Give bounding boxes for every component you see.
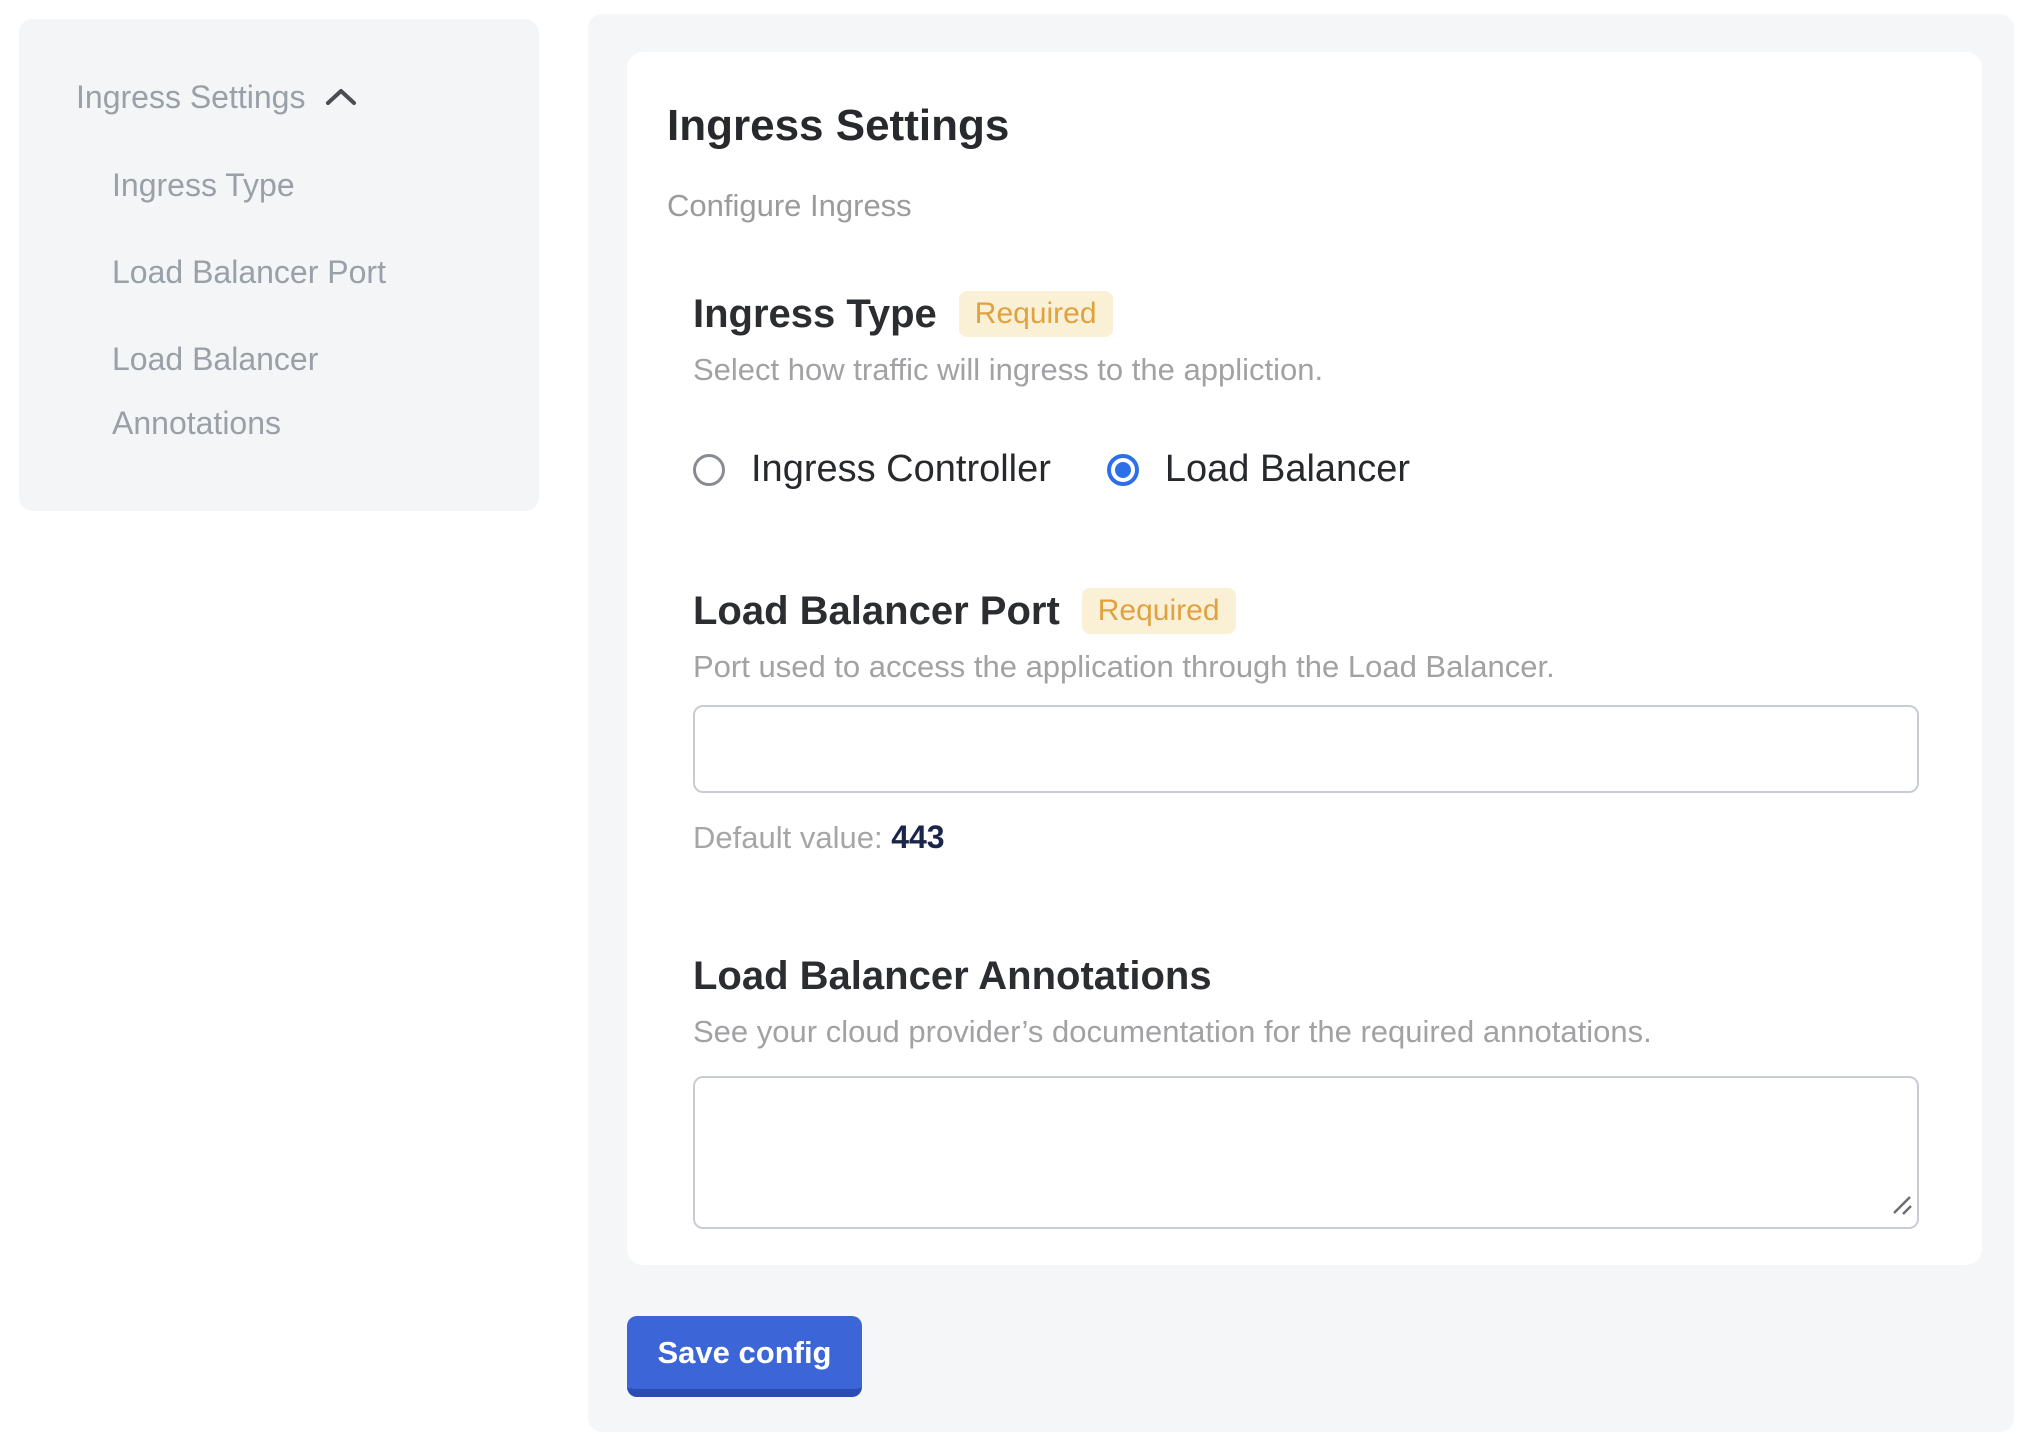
sidebar-item-load-balancer-annotations[interactable]: Load Balancer Annotations: [112, 327, 417, 455]
page-subtitle: Configure Ingress: [667, 188, 1942, 224]
fields-container: Ingress Type Required Select how traffic…: [693, 290, 1942, 1229]
main-panel: Ingress Settings Configure Ingress Ingre…: [588, 14, 2014, 1432]
default-value: 443: [891, 819, 944, 855]
field-label-load-balancer-port: Load Balancer Port: [693, 587, 1060, 635]
sidebar-item-ingress-type[interactable]: Ingress Type: [112, 153, 417, 217]
field-label-ingress-type: Ingress Type: [693, 290, 937, 338]
field-load-balancer-port: Load Balancer Port Required Port used to…: [693, 587, 1942, 856]
sidebar-group-label: Ingress Settings: [76, 79, 305, 116]
field-load-balancer-annotations: Load Balancer Annotations See your cloud…: [693, 952, 1942, 1229]
radio-ingress-controller[interactable]: Ingress Controller: [693, 448, 1051, 491]
radio-load-balancer[interactable]: Load Balancer: [1107, 448, 1410, 491]
default-value-label: Default value:: [693, 820, 883, 855]
radio-checked-icon: [1107, 454, 1139, 486]
field-description: See your cloud provider’s documentation …: [693, 1014, 1942, 1050]
required-badge: Required: [959, 291, 1113, 337]
sidebar-item-list: Ingress Type Load Balancer Port Load Bal…: [112, 153, 539, 455]
required-badge: Required: [1082, 588, 1236, 634]
field-label-load-balancer-annotations: Load Balancer Annotations: [693, 952, 1212, 1000]
radio-label: Ingress Controller: [751, 448, 1051, 491]
field-ingress-type: Ingress Type Required Select how traffic…: [693, 290, 1942, 491]
ingress-type-radio-group: Ingress Controller Load Balancer: [693, 448, 1942, 491]
chevron-up-icon: [325, 87, 357, 107]
sidebar-group-ingress-settings[interactable]: Ingress Settings: [76, 77, 539, 117]
load-balancer-port-input[interactable]: [693, 705, 1919, 793]
save-config-button[interactable]: Save config: [627, 1316, 862, 1397]
sidebar-item-load-balancer-port[interactable]: Load Balancer Port: [112, 240, 417, 304]
page-title: Ingress Settings: [667, 100, 1942, 152]
settings-sidebar: Ingress Settings Ingress Type Load Balan…: [19, 19, 539, 511]
load-balancer-annotations-textarea[interactable]: [693, 1076, 1919, 1229]
radio-label: Load Balancer: [1165, 448, 1410, 491]
field-description: Select how traffic will ingress to the a…: [693, 352, 1942, 388]
radio-unchecked-icon: [693, 454, 725, 486]
ingress-settings-card: Ingress Settings Configure Ingress Ingre…: [627, 52, 1982, 1265]
default-value-line: Default value: 443: [693, 819, 1942, 856]
field-description: Port used to access the application thro…: [693, 649, 1942, 685]
